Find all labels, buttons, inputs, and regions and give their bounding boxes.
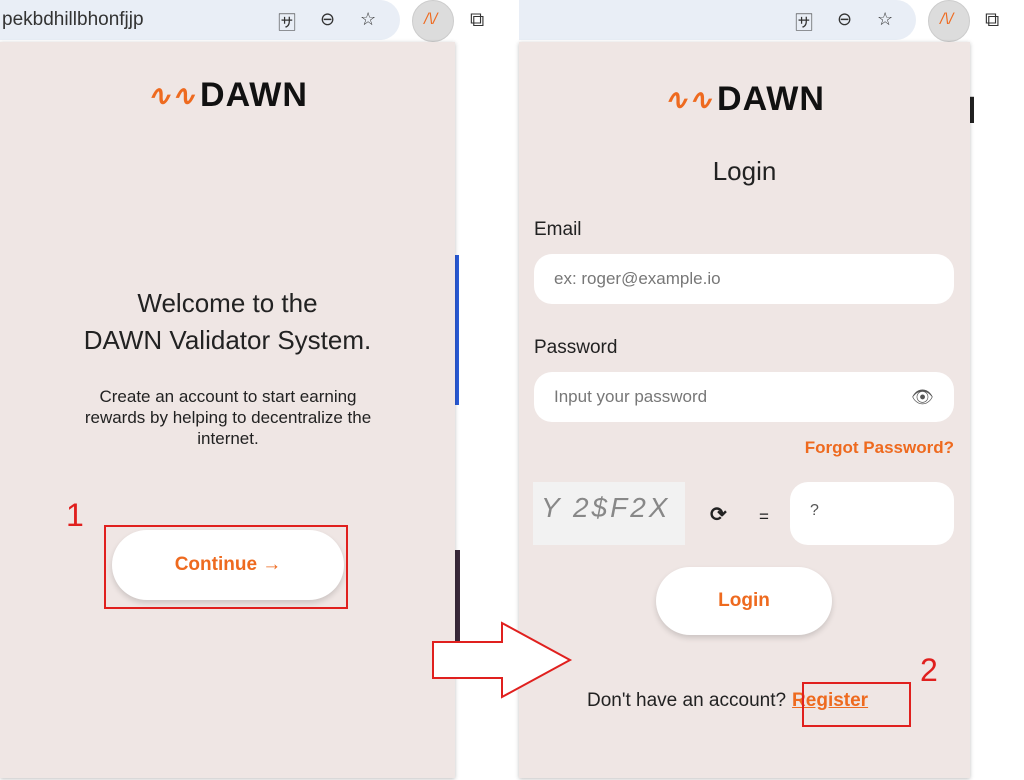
zoom-out-icon[interactable]: ⊖: [837, 9, 852, 30]
welcome-description: Create an account to start earning rewar…: [84, 387, 372, 448]
password-placeholder: Input your password: [554, 387, 708, 406]
dawn-wave-icon: ∿∿: [147, 80, 197, 111]
email-label: Email: [534, 219, 582, 240]
brand-text: DAWN: [717, 80, 825, 118]
eye-slash-icon[interactable]: 👁: [911, 387, 934, 408]
zoom-out-icon[interactable]: ⊖: [320, 9, 335, 30]
captcha-image: Y 2$F2X: [533, 482, 685, 545]
dawn-extension-button-2[interactable]: /\/: [928, 0, 970, 42]
dawn-logo: ∿∿ DAWN: [519, 80, 970, 119]
login-button[interactable]: Login: [656, 567, 832, 635]
captcha-input[interactable]: ?: [790, 482, 954, 545]
url-text: pekbdhillbhonfjjp: [2, 9, 144, 30]
translate-icon[interactable]: 🈂: [278, 9, 296, 35]
login-title: Login: [712, 156, 777, 186]
title-line: DAWN Validator System.: [83, 325, 372, 355]
welcome-title: Welcome to the DAWN Validator System.: [0, 285, 455, 359]
star-icon[interactable]: ☆: [360, 9, 376, 30]
title-line: Welcome to the: [137, 288, 318, 318]
address-bar-2[interactable]: 🈂 ⊖ ☆: [519, 0, 916, 40]
refresh-captcha-icon[interactable]: ⟳: [710, 502, 727, 527]
background-page-fragment: [455, 255, 459, 405]
extensions-puzzle-icon[interactable]: ⧉: [470, 9, 484, 32]
step-2-label: 2: [920, 652, 938, 688]
dawn-extension-icon: /\/: [424, 11, 438, 28]
address-bar[interactable]: pekbdhillbhonfjjp 🈂 ⊖ ☆: [0, 0, 400, 40]
equals-sign: =: [759, 507, 769, 526]
arrow-right-annotation: [432, 621, 573, 699]
dawn-extension-icon: /\/: [940, 11, 954, 28]
extensions-puzzle-icon[interactable]: ⧉: [985, 9, 999, 32]
password-input[interactable]: Input your password 👁: [534, 372, 954, 422]
forgot-password-link[interactable]: Forgot Password?: [805, 438, 954, 458]
step-1-label: 1: [66, 497, 84, 533]
highlight-box-register: [802, 682, 911, 727]
translate-icon[interactable]: 🈂: [795, 9, 813, 35]
brand-text: DAWN: [200, 76, 308, 114]
captcha-placeholder: ?: [810, 502, 819, 519]
star-icon[interactable]: ☆: [877, 9, 893, 30]
dawn-logo: ∿∿ DAWN: [0, 76, 455, 115]
dawn-extension-button[interactable]: /\/: [412, 0, 454, 42]
password-label: Password: [534, 337, 618, 358]
welcome-popup: ∿∿ DAWN Welcome to the DAWN Validator Sys…: [0, 42, 455, 778]
login-popup: ∿∿ DAWN Login Email ex: roger@example.io …: [519, 42, 970, 778]
dawn-wave-icon: ∿∿: [664, 84, 714, 115]
no-account-text: Don't have an account?: [587, 690, 787, 711]
highlight-box-continue: [104, 525, 348, 609]
email-placeholder: ex: roger@example.io: [554, 269, 721, 288]
email-input[interactable]: ex: roger@example.io: [534, 254, 954, 304]
